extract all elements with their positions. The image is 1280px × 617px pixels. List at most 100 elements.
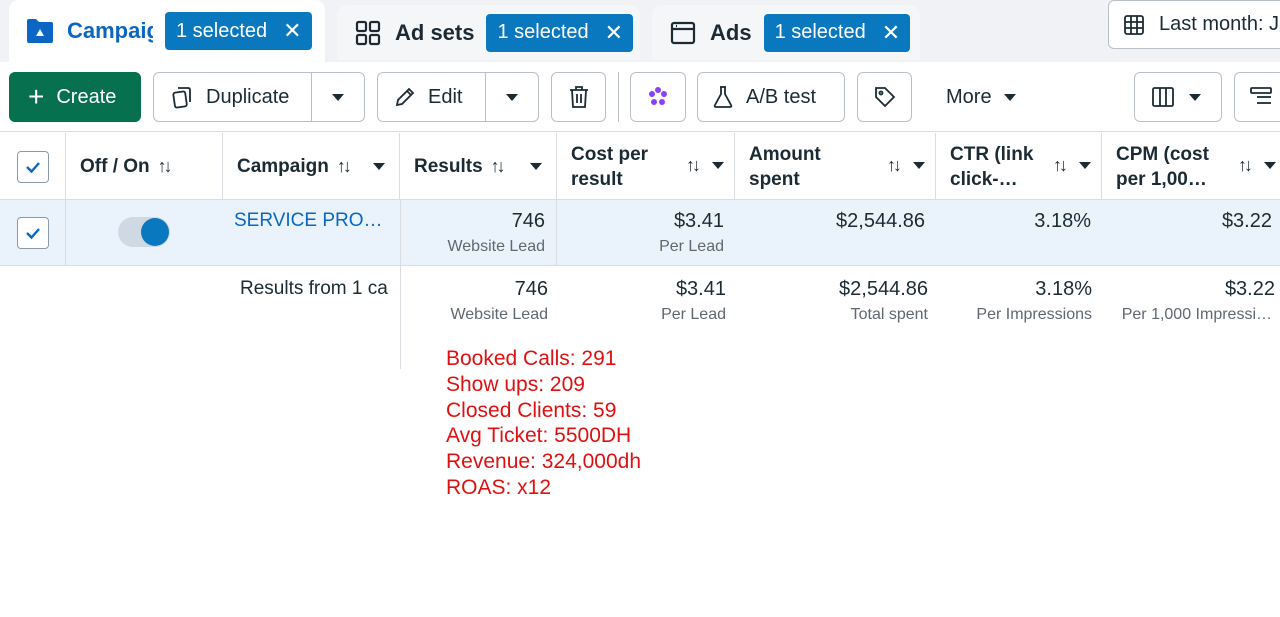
- sort-icon[interactable]: ↑↓: [337, 156, 352, 177]
- tab-campaigns[interactable]: Campaigns 1 selected ✕: [9, 0, 325, 62]
- note-booked-calls: Booked Calls: 291: [446, 347, 617, 370]
- create-button[interactable]: + Create: [9, 72, 141, 122]
- note-revenue: Revenue: 324,000dh: [446, 450, 641, 474]
- label-line-1: Amount: [749, 143, 821, 165]
- automated-rules-button[interactable]: [630, 72, 686, 122]
- column-cpm[interactable]: CPM (cost per 1,00… ↑↓: [1102, 133, 1280, 200]
- campaigns-selected-badge[interactable]: 1 selected ✕: [165, 12, 312, 50]
- column-ctr[interactable]: CTR (link click-… ↑↓: [936, 133, 1102, 200]
- column-ctr-label: CTR (link click-…: [950, 142, 1033, 192]
- caret-down-icon: [1003, 93, 1016, 101]
- clear-selection-icon[interactable]: ✕: [605, 21, 623, 44]
- results-cell: 746 Website Lead: [400, 200, 557, 266]
- ad-sets-selected-badge[interactable]: 1 selected ✕: [486, 13, 634, 52]
- campaign-name-link[interactable]: SERVICE PRO…: [234, 210, 383, 232]
- edit-button[interactable]: Edit: [378, 73, 485, 121]
- sort-icon[interactable]: ↑↓: [491, 156, 506, 177]
- ctr-value: 3.18%: [1034, 210, 1091, 232]
- summary-cost-per-result-value: $3.41: [675, 278, 726, 300]
- pencil-icon: [394, 86, 416, 108]
- trash-icon: [568, 85, 590, 109]
- sort-icon[interactable]: ↑↓: [1238, 155, 1253, 176]
- calendar-table-icon: [1123, 14, 1145, 36]
- results-value: 746: [511, 210, 545, 232]
- toggle-knob: [141, 218, 169, 246]
- select-all-header: [0, 133, 66, 200]
- ad-sets-selected-count: 1 selected: [497, 21, 589, 43]
- amount-spent-cell: $2,544.86: [735, 200, 936, 266]
- edit-dropdown-button[interactable]: [486, 73, 538, 121]
- checkmark-icon: [25, 228, 40, 240]
- tab-campaigns-label: Campaigns: [67, 18, 153, 43]
- clear-selection-icon[interactable]: ✕: [882, 21, 900, 44]
- sort-icon[interactable]: ↑↓: [686, 155, 701, 176]
- campaign-on-off-toggle[interactable]: [118, 217, 170, 247]
- columns-icon: [1151, 86, 1175, 108]
- summary-results-type: Website Lead: [450, 306, 548, 323]
- column-cost-per-result[interactable]: Cost per result ↑↓: [557, 133, 735, 200]
- edit-label: Edit: [428, 85, 463, 108]
- label-line-1: CTR (link: [950, 143, 1034, 165]
- column-amount-spent[interactable]: Amount spent ↑↓: [735, 133, 936, 200]
- column-off-on[interactable]: Off / On ↑↓: [66, 133, 223, 200]
- label-line-2: result: [571, 168, 623, 190]
- caret-down-icon[interactable]: [913, 162, 925, 169]
- sort-icon[interactable]: ↑↓: [158, 156, 173, 177]
- toolbar-divider: [618, 72, 619, 122]
- clear-selection-icon[interactable]: ✕: [283, 20, 301, 42]
- campaigns-selected-count: 1 selected: [176, 19, 268, 42]
- sparkle-flower-icon: [646, 85, 670, 109]
- columns-button[interactable]: [1134, 72, 1222, 122]
- caret-down-icon: [506, 93, 518, 101]
- amount-spent-value: $2,544.86: [836, 210, 925, 232]
- edit-button-group: Edit: [377, 72, 539, 122]
- breakdown-button[interactable]: [1234, 72, 1280, 122]
- ad-window-icon: [668, 18, 698, 48]
- summary-label: Results from 1 ca: [240, 278, 388, 299]
- caret-down-icon: [1189, 93, 1201, 101]
- column-tools: ↑↓: [1230, 155, 1276, 176]
- tag-button[interactable]: [857, 72, 912, 122]
- table-row[interactable]: SERVICE PRO… 746 Website Lead $3.41 Per …: [0, 200, 1280, 266]
- duplicate-button[interactable]: Duplicate: [154, 73, 311, 121]
- summary-cost-per-result-type: Per Lead: [661, 306, 726, 323]
- sort-icon[interactable]: ↑↓: [1053, 155, 1068, 176]
- column-results[interactable]: Results ↑↓: [400, 133, 557, 200]
- caret-down-icon[interactable]: [1264, 162, 1276, 169]
- ab-test-button[interactable]: A/B test: [697, 72, 845, 122]
- select-all-checkbox[interactable]: [16, 150, 49, 183]
- note-show-ups: Show ups: 209: [446, 372, 585, 396]
- column-results-label: Results: [414, 155, 483, 177]
- row-select-cell: [0, 200, 66, 266]
- note-closed-clients: Closed Clients: 59: [446, 398, 617, 422]
- summary-row: Results from 1 ca 746 Website Lead $3.41…: [0, 266, 1280, 356]
- caret-down-icon[interactable]: [712, 162, 724, 169]
- caret-down-icon[interactable]: [1079, 162, 1091, 169]
- date-range-label: Last month: J: [1159, 13, 1280, 35]
- table-header: Off / On ↑↓ Campaign ↑↓ Results ↑↓ Cost …: [0, 133, 1280, 200]
- summary-ctr-type: Per Impressions: [976, 306, 1092, 323]
- plus-icon: +: [28, 81, 45, 112]
- caret-down-icon[interactable]: [373, 163, 385, 170]
- tab-ad-sets[interactable]: Ad sets 1 selected ✕: [337, 5, 640, 60]
- column-cpm-label: CPM (cost per 1,00…: [1116, 142, 1209, 192]
- duplicate-icon: [170, 85, 194, 109]
- grid-icon: [353, 18, 383, 48]
- row-checkbox[interactable]: [16, 217, 49, 249]
- sort-icon[interactable]: ↑↓: [887, 155, 902, 176]
- column-campaign-label: Campaign: [237, 155, 329, 177]
- more-button[interactable]: More: [930, 72, 1030, 122]
- flask-icon: [712, 85, 734, 109]
- tab-ad-sets-label: Ad sets: [395, 19, 475, 45]
- cpm-cell: $3.22: [1102, 200, 1280, 266]
- duplicate-dropdown-button[interactable]: [312, 73, 364, 121]
- caret-down-icon[interactable]: [530, 163, 542, 170]
- summary-ctr-value: 3.18%: [1035, 278, 1092, 300]
- label-line-2: spent: [749, 168, 800, 190]
- column-campaign[interactable]: Campaign ↑↓: [223, 133, 400, 200]
- delete-button[interactable]: [551, 72, 606, 122]
- folder-icon: [25, 16, 55, 46]
- ads-selected-badge[interactable]: 1 selected ✕: [763, 13, 911, 52]
- tab-ads[interactable]: Ads 1 selected ✕: [652, 5, 920, 60]
- date-range-button[interactable]: Last month: J: [1108, 0, 1280, 49]
